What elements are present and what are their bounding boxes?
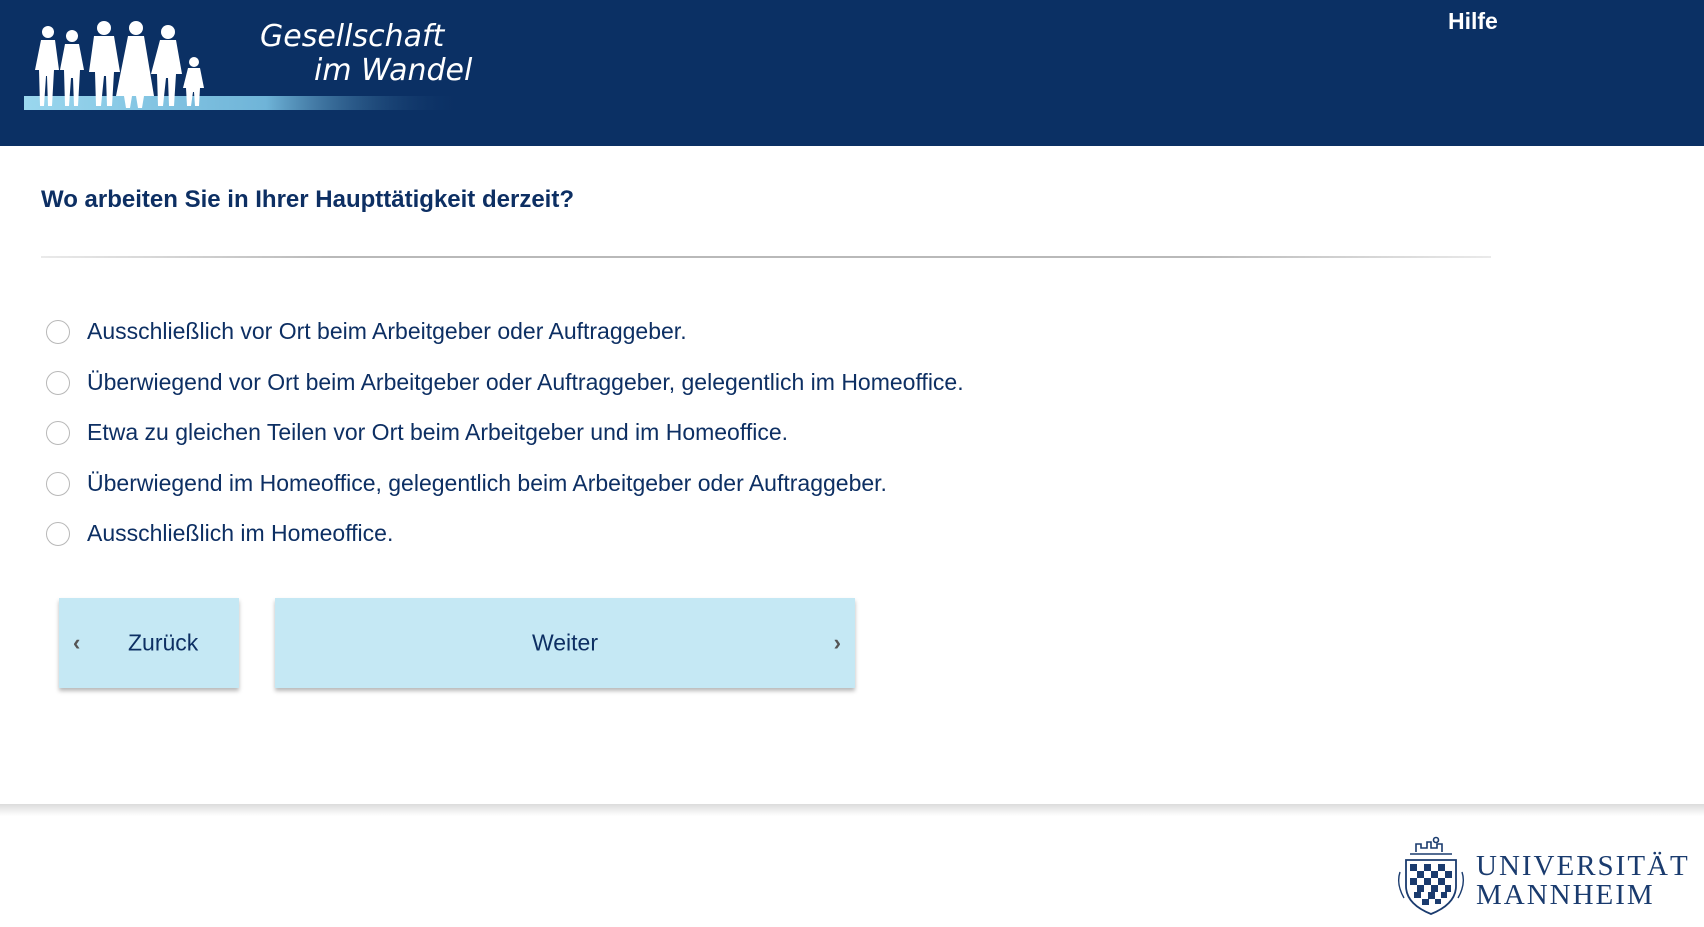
next-button-label: Weiter <box>531 629 599 656</box>
answer-option-label[interactable]: Etwa zu gleichen Teilen vor Ort beim Arb… <box>87 415 788 449</box>
chevron-right-icon: › <box>833 630 841 655</box>
logo-line1: Gesellschaft <box>260 19 446 54</box>
answer-option[interactable]: Ausschließlich im Homeoffice. <box>46 516 964 567</box>
radio-button[interactable] <box>46 421 70 445</box>
university-name-line2: MANNHEIM <box>1476 879 1655 911</box>
answer-option-label[interactable]: Überwiegend vor Ort beim Arbeitgeber ode… <box>87 365 964 399</box>
answer-option[interactable]: Überwiegend im Homeoffice, gelegentlich … <box>46 466 964 517</box>
divider <box>41 256 1491 258</box>
survey-page: Gesellschaft im Wandel Hilfe Wo arbeiten… <box>0 0 1704 927</box>
answer-option[interactable]: Ausschließlich vor Ort beim Arbeitgeber … <box>46 314 964 365</box>
help-link[interactable]: Hilfe <box>1448 8 1498 35</box>
answer-option[interactable]: Überwiegend vor Ort beim Arbeitgeber ode… <box>46 365 964 416</box>
next-button[interactable]: Weiter › <box>275 598 855 688</box>
footer-divider <box>0 804 1704 816</box>
university-name-line1: UNIVERSITÄT <box>1476 850 1690 882</box>
university-mannheim-logo[interactable]: UNIVERSITÄT MANNHEIM <box>1396 832 1696 916</box>
university-crest-icon <box>1397 836 1465 915</box>
question-title: Wo arbeiten Sie in Ihrer Haupttätigkeit … <box>41 186 574 213</box>
back-button-label: Zurück <box>128 629 199 656</box>
answer-option-label[interactable]: Überwiegend im Homeoffice, gelegentlich … <box>87 466 887 500</box>
radio-button[interactable] <box>46 320 70 344</box>
radio-button[interactable] <box>46 471 70 496</box>
answer-options: Ausschließlich vor Ort beim Arbeitgeber … <box>46 314 964 567</box>
answer-option-label[interactable]: Ausschließlich im Homeoffice. <box>87 516 393 550</box>
answer-option[interactable]: Etwa zu gleichen Teilen vor Ort beim Arb… <box>46 415 964 466</box>
university-name: UNIVERSITÄT MANNHEIM <box>1476 852 1690 910</box>
family-silhouette-icon: Gesellschaft im Wandel <box>24 19 473 110</box>
header-bar: Gesellschaft im Wandel Hilfe <box>0 0 1704 146</box>
logo-line2: im Wandel <box>314 53 473 88</box>
radio-button[interactable] <box>46 522 70 546</box>
radio-button[interactable] <box>46 370 70 395</box>
gesellschaft-im-wandel-logo: Gesellschaft im Wandel <box>24 12 474 116</box>
back-button[interactable]: ‹ Zurück <box>59 598 239 688</box>
chevron-left-icon: ‹ <box>73 630 81 655</box>
answer-option-label[interactable]: Ausschließlich vor Ort beim Arbeitgeber … <box>87 314 687 348</box>
